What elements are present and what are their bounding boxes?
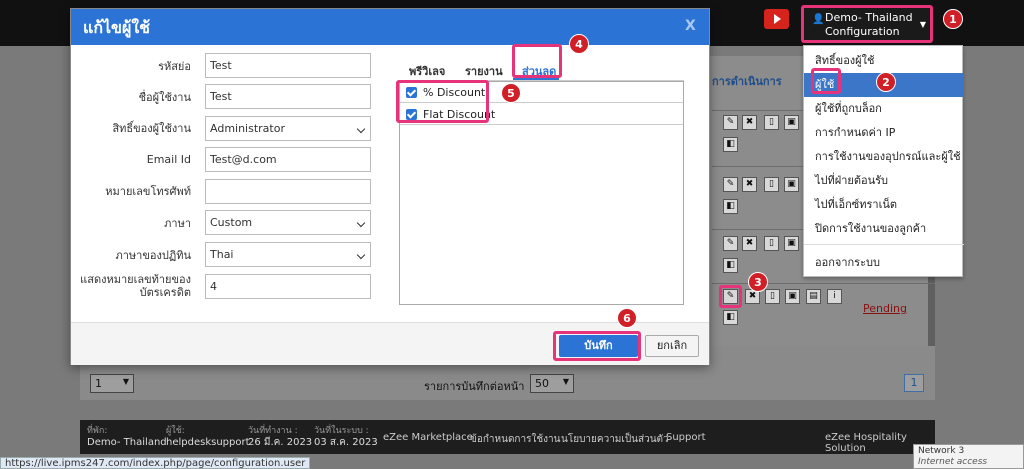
step-badge-4: 4: [569, 34, 589, 54]
field-label-card-digits: แสดงหมายเลขท้ายของบัตรเครดิต: [80, 273, 191, 299]
comment-icon[interactable]: ▤: [806, 289, 821, 304]
footer-sysdate: วันที่ในระบบ :03 ส.ค. 2023: [314, 426, 378, 448]
row-divider: [712, 283, 935, 284]
tab-privileges[interactable]: พรีวิเลจ: [409, 62, 445, 80]
active-tab-indicator: [513, 78, 559, 80]
menu-divider: [804, 244, 964, 245]
unlock-icon[interactable]: ◧: [723, 137, 738, 152]
edit-icon[interactable]: ✎: [723, 177, 738, 192]
users-highlight: [811, 68, 841, 94]
device-icon[interactable]: ▯: [765, 289, 780, 304]
page-select[interactable]: 1 ▼: [90, 374, 134, 393]
footer-link-support[interactable]: Support: [666, 432, 706, 443]
footer-bar: ที่พัก: Demo- Thailand ผู้ใช้: helpdesksup…: [80, 420, 935, 454]
menu-item-front-desk[interactable]: ไปที่ฝ่ายต้อนรับ: [804, 169, 964, 193]
save-highlight: [553, 331, 641, 361]
edit-icon[interactable]: ✎: [723, 115, 738, 130]
lock-icon[interactable]: ▣: [784, 236, 799, 251]
footer-user: ผู้ใช้: helpdesksupport: [166, 426, 250, 448]
calendar-language-select[interactable]: Thai: [205, 242, 371, 267]
edit-user-modal: แก้ไขผู้ใช้ X รหัสย่อ Test ชื่อผู้ใช้งาน…: [70, 8, 710, 365]
pending-link[interactable]: Pending: [863, 302, 907, 315]
discount-tab-highlight: [512, 44, 562, 78]
field-label-language: ภาษา: [164, 217, 191, 230]
menu-item-device-usage[interactable]: การใช้งานของอุปกรณ์และผู้ใช้: [804, 145, 964, 169]
user-menu-label: Demo- Thailand Configuration: [825, 11, 913, 38]
footer-link-privacy[interactable]: นโยบายความเป็นส่วนตัว: [561, 432, 669, 447]
info-icon[interactable]: i: [827, 289, 842, 304]
device-icon[interactable]: ▯: [764, 177, 779, 192]
lock-icon[interactable]: ▣: [784, 177, 799, 192]
lock-icon[interactable]: ▣: [784, 115, 799, 130]
field-label-email: Email Id: [146, 153, 191, 166]
footer-property: ที่พัก: Demo- Thailand: [87, 426, 167, 448]
edit-icon[interactable]: ✎: [723, 236, 738, 251]
field-label-username: ชื่อผู้ใช้งาน: [138, 91, 191, 104]
modal-header: แก้ไขผู้ใช้ X: [71, 9, 709, 45]
cancel-button[interactable]: ยกเลิก: [645, 335, 699, 357]
device-icon[interactable]: ▯: [764, 115, 779, 130]
code-input[interactable]: Test: [205, 53, 371, 78]
status-url: https://live.ipms247.com/index.php/page/…: [0, 457, 311, 469]
close-icon[interactable]: X: [685, 18, 696, 34]
field-label-phone: หมายเลขโทรศัพท์: [105, 185, 191, 198]
unlock-icon[interactable]: ◧: [723, 310, 738, 325]
field-label-code: รหัสย่อ: [158, 60, 191, 73]
menu-item-blocked-users[interactable]: ผู้ใช้ที่ถูกบล็อก: [804, 97, 964, 121]
records-per-page-select[interactable]: 50 ▼: [530, 374, 574, 393]
delete-icon[interactable]: ✖: [742, 236, 757, 251]
language-select[interactable]: Custom: [205, 210, 371, 235]
chevron-down-icon: ▼: [919, 20, 926, 29]
step-badge-1: 1: [943, 9, 963, 29]
discount-options-highlight: [396, 80, 489, 123]
delete-icon[interactable]: ✖: [742, 177, 757, 192]
lock-icon[interactable]: ▣: [785, 289, 800, 304]
card-digits-input[interactable]: 4: [205, 274, 371, 299]
user-icon: 👤: [812, 14, 825, 25]
footer-workday: วันที่ทำงาน :26 มี.ค. 2023: [248, 426, 313, 448]
field-label-role: สิทธิ์ของผู้ใช้งาน: [112, 122, 191, 135]
actions-header: การดำเนินการ: [712, 75, 782, 88]
tab-reports[interactable]: รายงาน: [465, 62, 503, 80]
username-input[interactable]: Test: [205, 84, 371, 109]
unlock-icon[interactable]: ◧: [723, 258, 738, 273]
field-label-calendar-language: ภาษาของปฏิทิน: [115, 249, 192, 262]
modal-title: แก้ไขผู้ใช้: [83, 18, 151, 37]
page-number[interactable]: 1: [904, 374, 924, 392]
email-input[interactable]: Test@d.com: [205, 147, 371, 172]
menu-item-logout[interactable]: ออกจากระบบ: [804, 251, 964, 275]
user-menu-button[interactable]: 👤 Demo- Thailand Configuration ▼: [801, 5, 933, 43]
unlock-icon[interactable]: ◧: [723, 199, 738, 214]
step-badge-5: 5: [501, 83, 521, 103]
records-per-page-label: รายการบันทึกต่อหน้า: [424, 380, 525, 393]
edit-icon[interactable]: ✎: [723, 289, 738, 304]
footer-link-terms[interactable]: ข้อกำหนดการใช้งาน: [470, 432, 560, 447]
youtube-icon[interactable]: [764, 9, 789, 29]
delete-icon[interactable]: ✖: [742, 115, 757, 130]
footer-link-marketplace[interactable]: eZee Marketplace: [383, 432, 473, 443]
network-tooltip: Network 3 Internet access: [913, 444, 1024, 469]
menu-item-deactivate-customer[interactable]: ปิดการใช้งานของลูกค้า: [804, 217, 964, 241]
step-badge-2: 2: [876, 72, 896, 92]
menu-item-extranet[interactable]: ไปที่เอ็กซ์ทราเน็ต: [804, 193, 964, 217]
device-icon[interactable]: ▯: [764, 236, 779, 251]
phone-input[interactable]: [205, 179, 371, 204]
step-badge-3: 3: [748, 272, 768, 292]
menu-item-ip-config[interactable]: การกำหนดค่า IP: [804, 121, 964, 145]
step-badge-6: 6: [617, 308, 637, 328]
role-select[interactable]: Administrator: [205, 116, 371, 141]
